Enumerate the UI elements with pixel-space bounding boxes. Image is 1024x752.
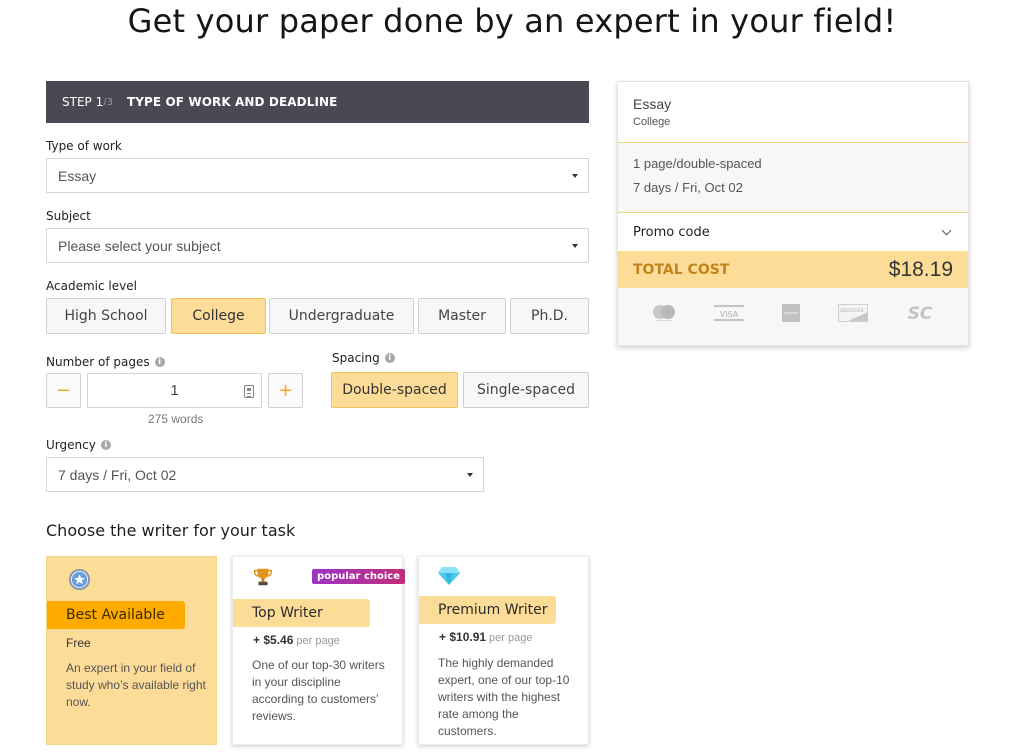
summary-pages: 1 page/double-spaced xyxy=(633,156,762,171)
popular-choice-badge: popular choice xyxy=(312,569,405,584)
summary-details: 1 page/double-spaced 7 days / Fri, Oct 0… xyxy=(618,143,968,213)
pages-label-text: Number of pages xyxy=(46,355,150,369)
info-icon[interactable]: i xyxy=(100,440,111,450)
mastercard-icon xyxy=(651,304,677,322)
writer-price-unit: per page xyxy=(296,635,340,647)
level-master-button[interactable]: Master xyxy=(418,298,506,334)
total-cost-bar: TOTAL COST $18.19 xyxy=(618,251,968,288)
spacing-label: Spacing i xyxy=(332,351,395,365)
writer-description: An expert in your field of study who’s a… xyxy=(66,661,206,709)
level-college-button[interactable]: College xyxy=(171,298,266,334)
promo-code-toggle[interactable]: Promo code xyxy=(618,213,968,251)
writer-price: + $5.46 per page xyxy=(253,633,340,647)
writer-price-value: + $5.46 xyxy=(253,633,294,647)
writer-name: Premium Writer xyxy=(419,596,556,624)
subject-placeholder: Please select your subject xyxy=(58,237,221,254)
writer-price: Free xyxy=(66,636,91,650)
chevron-down-icon xyxy=(941,225,952,235)
summary-type: Essay xyxy=(633,96,672,112)
step-total: /3 xyxy=(103,96,113,108)
subject-label-text: Subject xyxy=(46,209,91,223)
type-of-work-label: Type of work xyxy=(46,139,122,153)
total-cost-label: TOTAL COST xyxy=(633,261,730,278)
type-of-work-value: Essay xyxy=(58,167,97,184)
spacing-label-text: Spacing xyxy=(332,351,380,365)
total-cost-value: $18.19 xyxy=(888,257,953,281)
pages-value: 1 xyxy=(170,382,179,399)
trophy-icon xyxy=(254,568,272,586)
page-headline: Get your paper done by an expert in your… xyxy=(127,2,897,40)
writer-price: + $10.91 per page xyxy=(439,630,532,644)
summary-level: College xyxy=(633,116,671,128)
writer-description: One of our top-30 writers in your discip… xyxy=(252,658,385,723)
sc-icon: SC xyxy=(905,303,935,323)
level-undergraduate-button[interactable]: Undergraduate xyxy=(269,298,414,334)
caret-down-icon xyxy=(572,243,578,248)
step-header: STEP 1 /3 TYPE OF WORK AND DEADLINE xyxy=(46,81,589,123)
discover-icon: DISCOVER xyxy=(838,303,869,322)
writer-card-top-writer[interactable]: popular choice Top Writer + $5.46 per pag… xyxy=(232,556,405,745)
svg-text:SC: SC xyxy=(908,304,933,323)
pages-increment-button[interactable]: + xyxy=(268,373,303,408)
type-of-work-select[interactable]: Essay xyxy=(46,158,589,193)
amex-icon xyxy=(781,303,801,323)
summary-deadline: 7 days / Fri, Oct 02 xyxy=(633,180,743,195)
word-count: 275 words xyxy=(148,412,204,426)
order-summary: Essay College 1 page/double-spaced 7 day… xyxy=(617,81,969,346)
spacing-single-button[interactable]: Single-spaced xyxy=(463,372,589,408)
info-icon[interactable]: i xyxy=(154,357,165,367)
writer-price-value: + $10.91 xyxy=(439,630,487,644)
writer-description: The highly demanded expert, one of our t… xyxy=(438,656,570,738)
caret-down-icon xyxy=(572,173,578,178)
info-icon[interactable]: i xyxy=(384,353,395,363)
writer-section-title: Choose the writer for your task xyxy=(46,521,296,540)
writer-price-unit: per page xyxy=(489,632,533,644)
summary-header: Essay College xyxy=(618,82,968,143)
level-high-school-button[interactable]: High School xyxy=(46,298,166,334)
subject-label: Subject xyxy=(46,209,91,223)
payment-methods: VISA DISCOVER SC xyxy=(618,288,968,345)
subject-select[interactable]: Please select your subject xyxy=(46,228,589,263)
urgency-label-text: Urgency xyxy=(46,438,96,452)
writer-card-best-available[interactable]: Best Available Free An expert in your fi… xyxy=(46,556,217,745)
urgency-value: 7 days / Fri, Oct 02 xyxy=(58,466,177,483)
spacing-double-button[interactable]: Double-spaced xyxy=(331,372,458,408)
pages-decrement-button[interactable]: − xyxy=(46,373,81,408)
writer-name: Top Writer xyxy=(233,599,370,627)
promo-code-label: Promo code xyxy=(633,224,710,240)
urgency-select[interactable]: 7 days / Fri, Oct 02 xyxy=(46,457,484,492)
svg-text:VISA: VISA xyxy=(720,310,739,319)
urgency-label: Urgency i xyxy=(46,438,111,452)
pages-label: Number of pages i xyxy=(46,355,165,369)
star-badge-icon xyxy=(68,568,91,591)
level-phd-button[interactable]: Ph.D. xyxy=(510,298,589,334)
svg-text:DISCOVER: DISCOVER xyxy=(841,308,864,314)
type-of-work-label-text: Type of work xyxy=(46,139,122,153)
step-title: TYPE OF WORK AND DEADLINE xyxy=(126,95,338,109)
academic-level-label: Academic level xyxy=(46,279,137,293)
diamond-icon xyxy=(438,567,460,585)
step-label: STEP 1 xyxy=(62,95,104,109)
writer-card-premium-writer[interactable]: Premium Writer + $10.91 per page The high… xyxy=(418,556,589,745)
order-form: STEP 1 /3 TYPE OF WORK AND DEADLINE Type… xyxy=(46,81,589,540)
caret-down-icon xyxy=(467,472,473,477)
academic-level-label-text: Academic level xyxy=(46,279,137,293)
writer-name: Best Available xyxy=(47,601,185,629)
pages-input[interactable]: 1 xyxy=(87,373,262,408)
calculator-icon[interactable] xyxy=(244,385,254,398)
visa-icon: VISA xyxy=(713,304,744,322)
